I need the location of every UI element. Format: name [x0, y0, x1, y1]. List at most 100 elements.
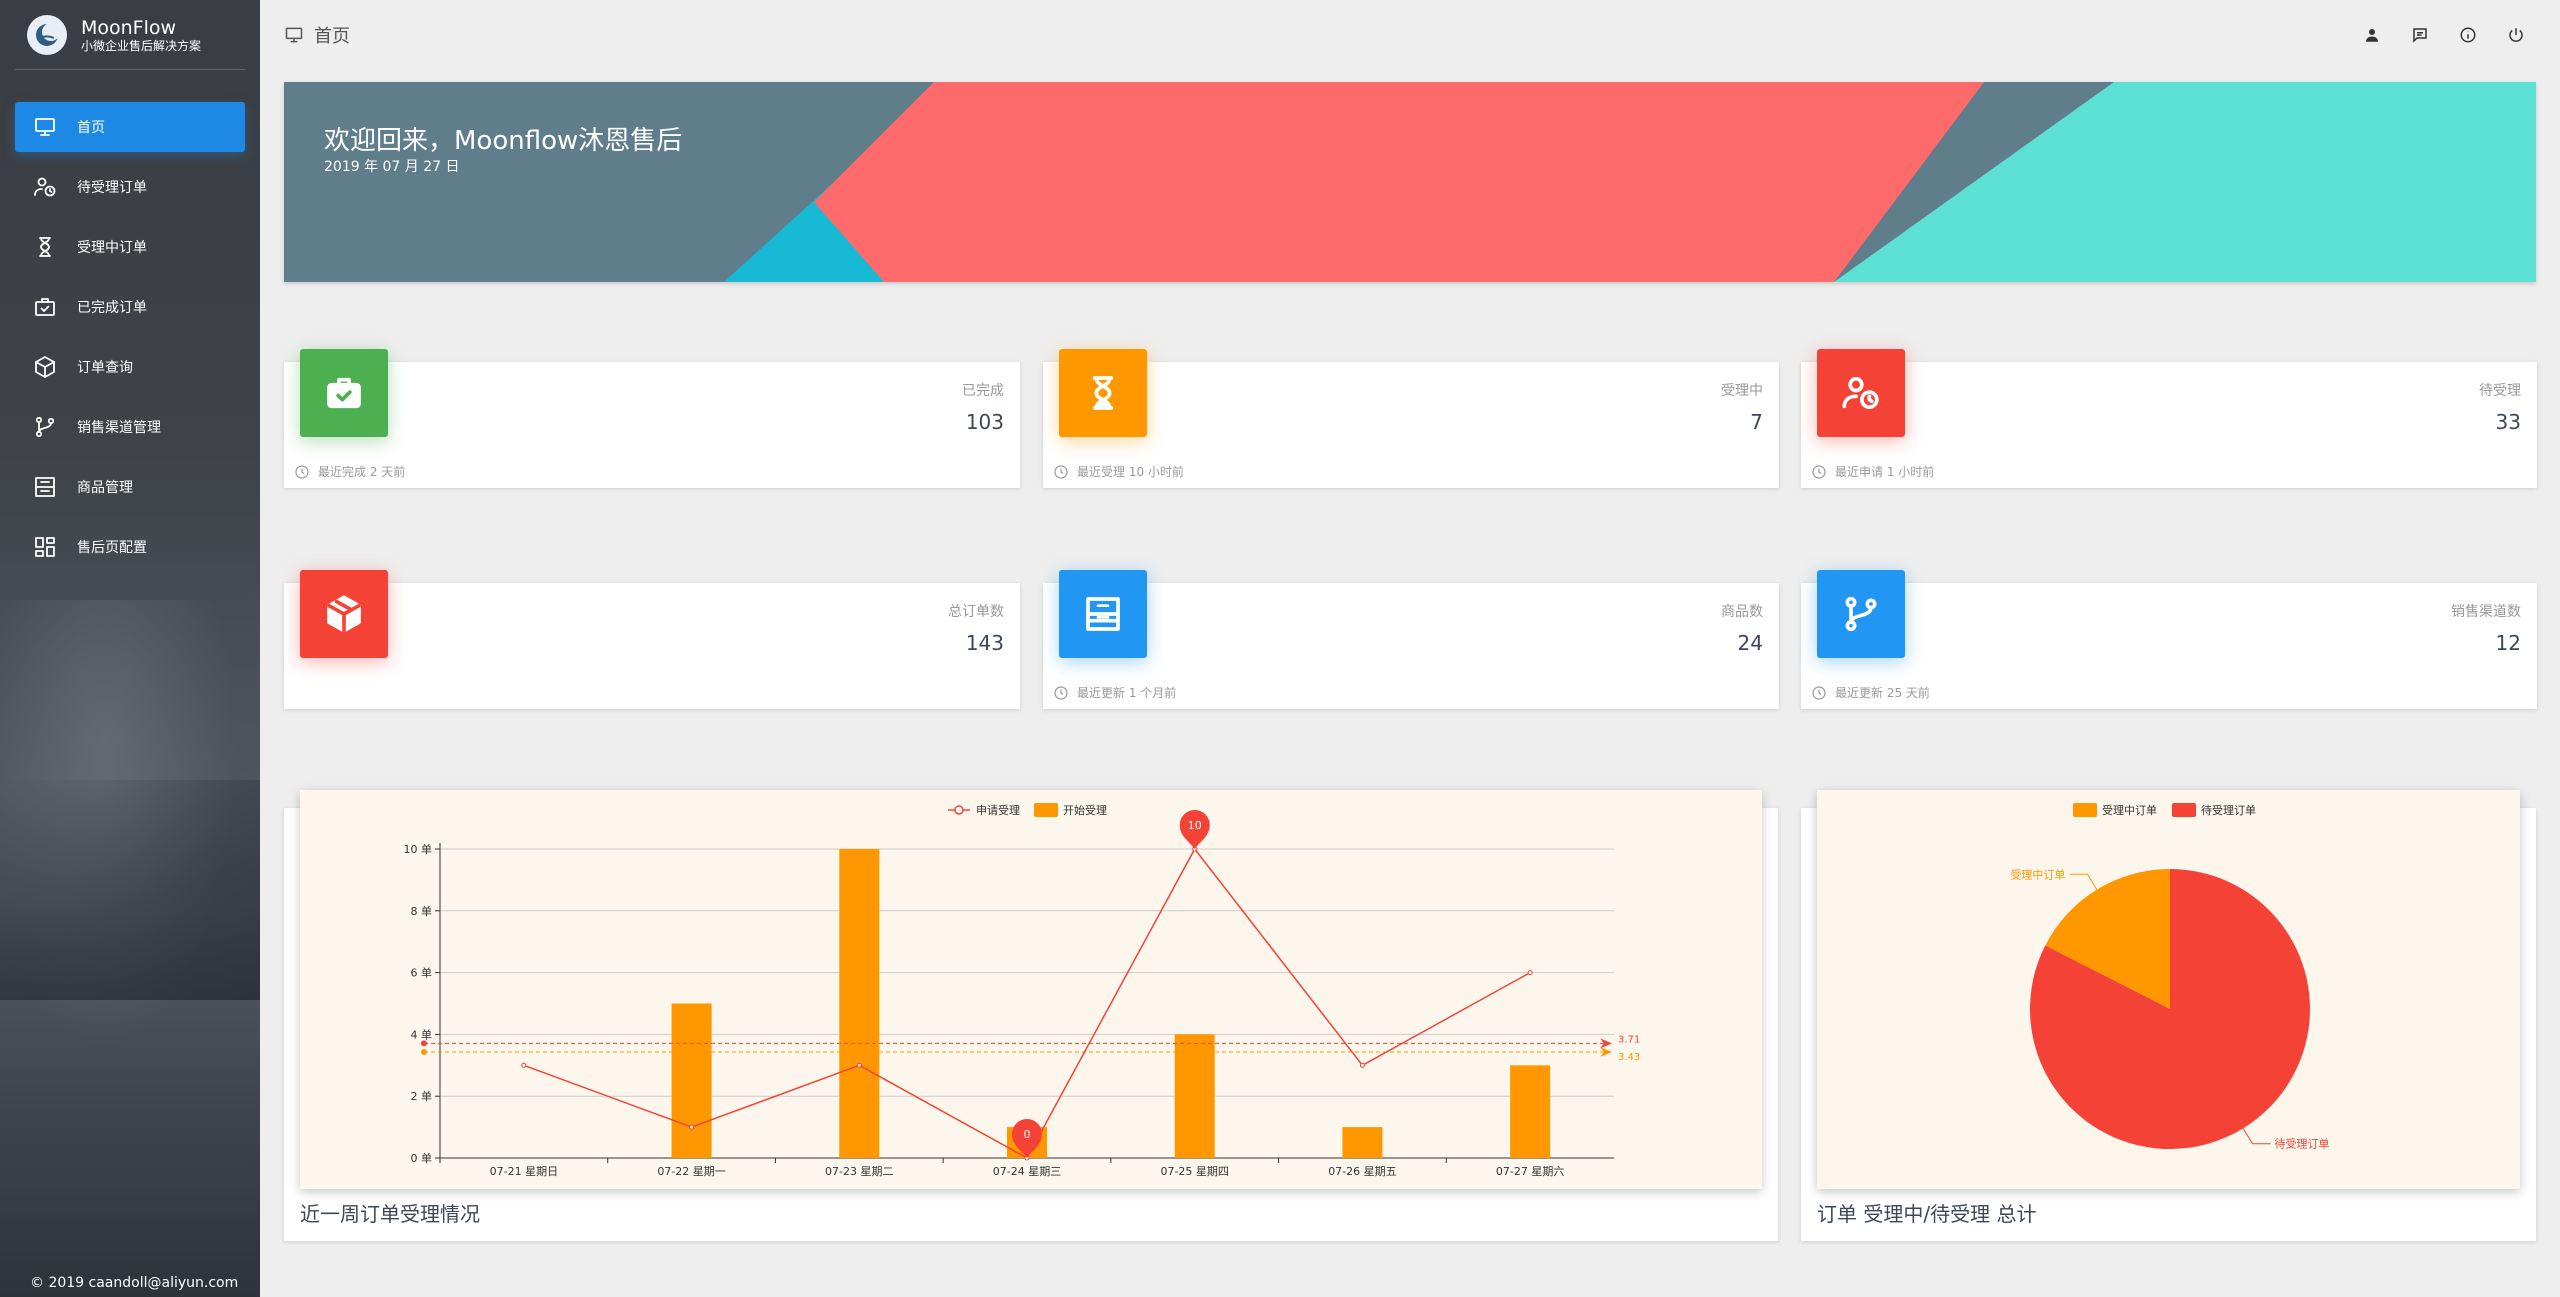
hourglass-icon: [1092, 376, 1114, 410]
weekly-chart-card: 0 单 2 单 4 单 6 单 8 单 10 单 07-21 星期日 07-22 星期一 07-…: [284, 790, 1778, 1241]
archive-icon: [1086, 597, 1120, 631]
user-clock-icon: [1842, 377, 1879, 409]
clock-icon: [295, 464, 309, 479]
stat-label: 商品数: [1721, 604, 1763, 620]
x-tick-label: 07-25 星期四: [1160, 1165, 1228, 1178]
stat-icon-box: [300, 349, 388, 437]
sidebar-item-completed-orders[interactable]: 已完成订单: [15, 282, 245, 332]
line-point: [521, 1062, 527, 1068]
legend-swatch: [2172, 803, 2196, 817]
stat-icon-box: [1817, 349, 1905, 437]
logo-subtitle: 小微企业售后解决方案: [81, 38, 202, 53]
sidebar-item-sales-channels[interactable]: 销售渠道管理: [15, 402, 245, 452]
user-icon: [2366, 29, 2378, 42]
y-tick-label: 10 单: [404, 843, 433, 856]
stat-label: 待受理: [2479, 383, 2521, 399]
clock-icon: [1054, 685, 1068, 700]
sidebar-item-products[interactable]: 商品管理: [15, 462, 245, 512]
pie-leader-line: [2242, 1128, 2271, 1145]
bar: [839, 849, 880, 1158]
stat-value: 33: [2495, 410, 2521, 434]
weekly-chart-title: 近一周订单受理情况: [300, 1202, 480, 1226]
stat-label: 总订单数: [948, 604, 1004, 620]
stat-icon-box: [1817, 570, 1905, 658]
legend-label: 开始受理: [1063, 803, 1107, 817]
logo-name: MoonFlow: [81, 16, 177, 39]
topbar-tools: [2348, 20, 2540, 50]
package-icon: [327, 595, 361, 633]
stat-card-completed: 已完成 103 最近完成 2 天前: [284, 349, 1020, 488]
x-tick-label: 07-24 星期三: [993, 1165, 1061, 1178]
stat-label: 已完成: [962, 383, 1004, 399]
sidebar-item-label: 商品管理: [77, 480, 133, 496]
pie-chart-card: 受理中订单 待受理订单 受理中订单 待受理订单 订单 受理中/待受理 总计: [1801, 790, 2536, 1241]
x-tick-label: 07-26 星期五: [1328, 1165, 1396, 1178]
stat-footer: 最近更新 1 个月前: [1053, 684, 1176, 701]
logo[interactable]: MoonFlow 小微企业售后解决方案: [15, 0, 245, 70]
bar: [671, 1003, 712, 1158]
sidebar-item-aftersale-config[interactable]: 售后页配置: [15, 522, 245, 572]
line-point: [1359, 1062, 1365, 1068]
info-button[interactable]: [2444, 20, 2492, 50]
y-tick-label: 8 单: [411, 905, 433, 918]
legend-label: 待受理订单: [2201, 803, 2256, 817]
stat-footer: 最近更新 25 天前: [1811, 684, 1930, 701]
sidebar-item-label: 待受理订单: [77, 180, 147, 196]
stat-card-processing: 受理中 7 最近受理 10 小时前: [1043, 349, 1779, 488]
briefcase-check-icon: [35, 298, 55, 316]
clock-icon: [1054, 464, 1068, 479]
branch-icon: [35, 416, 55, 438]
messages-button[interactable]: [2396, 20, 2444, 50]
stat-icon-box: [300, 570, 388, 658]
sidebar-nav: 首页 待受理订单 受理中订单 已完成订单 订单查询 销售渠道管理 商品管理 售后…: [0, 102, 260, 572]
pin-marker-label: 0: [1024, 1128, 1031, 1141]
sidebar-item-label: 售后页配置: [77, 540, 147, 556]
topbar: 首页: [260, 0, 2560, 70]
sidebar-background-mountain: [0, 780, 260, 1000]
sidebar-item-pending-orders[interactable]: 待受理订单: [15, 162, 245, 212]
stat-card-sales-channels: 销售渠道数 12 最近更新 25 天前: [1801, 570, 2537, 709]
briefcase-check-icon: [327, 377, 361, 409]
bar: [1342, 1127, 1383, 1158]
x-tick-label: 07-21 星期日: [490, 1165, 558, 1178]
sidebar-item-label: 销售渠道管理: [77, 420, 161, 436]
stat-card-products: 商品数 24 最近更新 1 个月前: [1043, 570, 1779, 709]
monitor-icon: [35, 118, 55, 136]
breadcrumb: 首页: [284, 22, 350, 48]
welcome-banner: 欢迎回来，Moonflow沐恩售后 2019 年 07 月 27 日: [284, 82, 2536, 282]
logout-button[interactable]: [2492, 20, 2540, 50]
archive-icon: [35, 477, 55, 497]
y-tick-label: 0 单: [411, 1152, 433, 1165]
stat-label: 受理中: [1721, 383, 1763, 399]
bar: [1174, 1034, 1215, 1158]
stat-footer: 最近申请 1 小时前: [1811, 463, 1934, 480]
line-point: [1527, 970, 1533, 976]
stat-value: 103: [965, 410, 1004, 434]
sidebar-item-home[interactable]: 首页: [15, 102, 245, 152]
clock-icon: [1812, 464, 1826, 479]
y-tick-label: 6 单: [411, 967, 433, 980]
pie-chart-title: 订单 受理中/待受理 总计: [1817, 1202, 2037, 1226]
sidebar-item-order-query[interactable]: 订单查询: [15, 342, 245, 392]
package-icon: [35, 356, 55, 378]
pie-slice-label: 受理中订单: [2010, 868, 2065, 881]
x-tick-label: 07-27 星期六: [1496, 1165, 1564, 1178]
stat-value: 143: [965, 631, 1004, 655]
stat-footer-text: 最近受理 10 小时前: [1077, 465, 1184, 479]
stat-value: 24: [1737, 631, 1763, 655]
stat-card-total-orders: 总订单数 143: [284, 570, 1020, 709]
bar: [1510, 1065, 1551, 1158]
monitor-icon: [285, 27, 303, 43]
x-tick-label: 07-23 星期二: [825, 1165, 893, 1178]
legend-swatch: [2073, 803, 2097, 817]
moon-logo-icon: [27, 14, 67, 55]
stat-footer: 最近完成 2 天前: [294, 463, 405, 480]
user-button[interactable]: [2348, 20, 2396, 50]
line-point: [856, 1062, 862, 1068]
stat-footer: 最近受理 10 小时前: [1053, 463, 1184, 480]
banner-background: [284, 82, 2536, 282]
sidebar-item-processing-orders[interactable]: 受理中订单: [15, 222, 245, 272]
legend-bar-swatch: [1034, 803, 1058, 817]
pie-leader-line: [2069, 873, 2098, 890]
clock-icon: [1812, 685, 1826, 700]
